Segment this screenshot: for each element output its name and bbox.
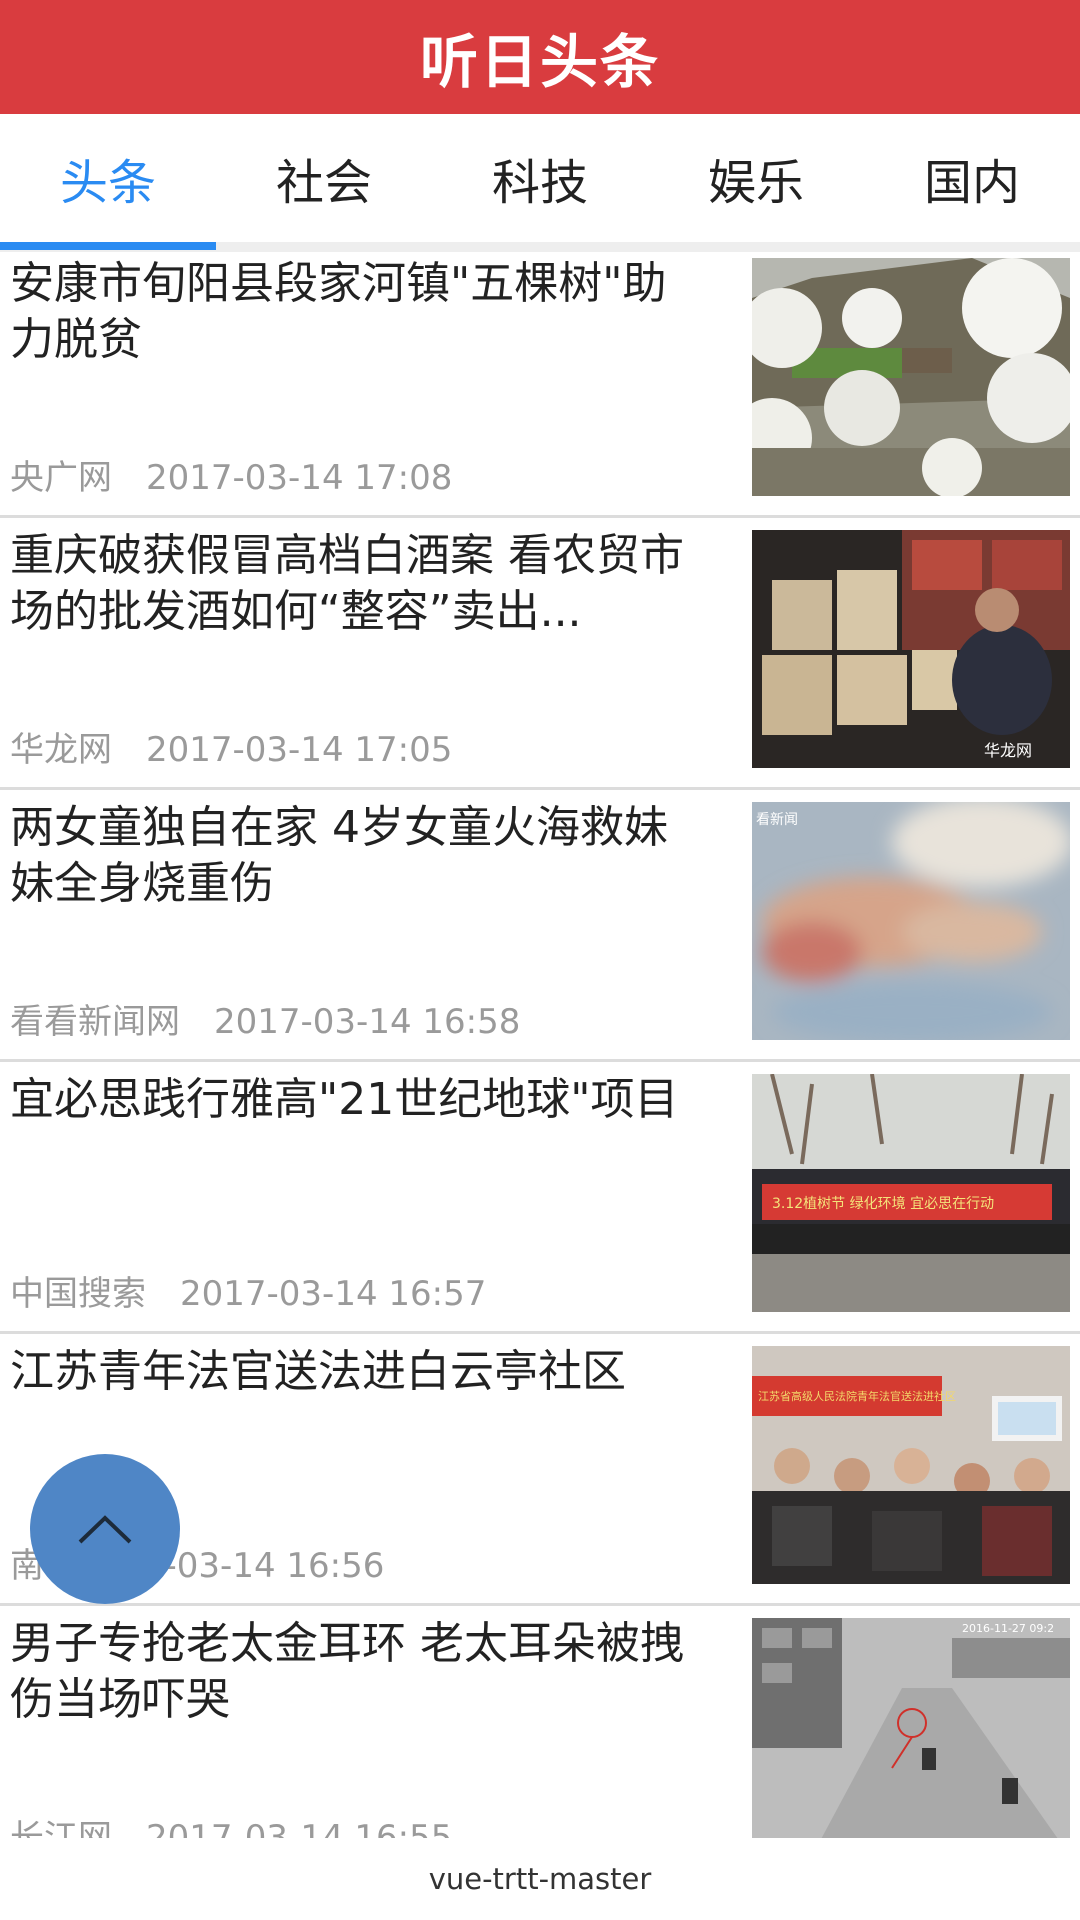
category-tabs: 头条 社会 科技 娱乐 国内 — [0, 114, 1080, 252]
news-source: 中国搜索 — [10, 1274, 146, 1314]
news-source: 长江网 — [10, 1818, 112, 1838]
news-time: 2017-03-14 16:57 — [180, 1274, 487, 1314]
scroll-to-top-button[interactable] — [30, 1454, 180, 1604]
tab-headlines[interactable]: 头条 — [0, 114, 216, 242]
news-thumbnail[interactable]: 3.12植树节 绿化环境 宜必思在行动 — [752, 1074, 1070, 1312]
news-item[interactable]: 安康市旬阳县段家河镇"五棵树"助力脱贫 央广网 2017-03-14 17:08 — [0, 246, 1080, 518]
news-title[interactable]: 江苏青年法官送法进白云亭社区 — [10, 1344, 700, 1400]
news-list[interactable]: 安康市旬阳县段家河镇"五棵树"助力脱贫 央广网 2017-03-14 17:08 — [0, 246, 1080, 1838]
news-item[interactable]: 重庆破获假冒高档白酒案 看农贸市场的批发酒如何“整容”卖出... 华龙网 2017… — [0, 518, 1080, 790]
thumbnail-watermark: 华龙网 — [984, 741, 1032, 760]
chevron-up-icon — [78, 1515, 132, 1544]
thumbnail-banner-text: 江苏省高级人民法院青年法官送法进社区 — [758, 1389, 956, 1403]
news-source: 华龙网 — [10, 730, 112, 770]
news-time: 2017-03-14 16:58 — [214, 1002, 521, 1042]
news-item[interactable]: 男子专抢老太金耳环 老太耳朵被拽伤当场吓哭 长江网 2017-03-14 16:5… — [0, 1606, 1080, 1838]
thumbnail-watermark: 看新闻 — [756, 812, 798, 828]
news-time: 2017-03-14 16:55 — [146, 1818, 453, 1838]
thumbnail-banner-text: 3.12植树节 绿化环境 宜必思在行动 — [772, 1196, 994, 1212]
news-source: 央广网 — [10, 458, 112, 498]
news-time: 2017-03-14 17:08 — [146, 458, 453, 498]
news-thumbnail[interactable]: 2016-11-27 09:2 — [752, 1618, 1070, 1838]
news-item[interactable]: 两女童独自在家 4岁女童火海救妹妹全身烧重伤 看看新闻网 2017-03-14 1… — [0, 790, 1080, 1062]
footer-text: vue-trtt-master — [428, 1862, 652, 1896]
news-thumbnail[interactable]: 江苏省高级人民法院青年法官送法进社区 — [752, 1346, 1070, 1584]
news-source: 看看新闻网 — [10, 1002, 180, 1042]
app-title: 听日头条 — [419, 28, 660, 96]
news-thumbnail[interactable] — [752, 258, 1070, 496]
news-meta: 华龙网 2017-03-14 17:05 — [10, 722, 452, 771]
news-meta: 长江网 2017-03-14 16:55 — [10, 1810, 452, 1838]
tab-entertainment[interactable]: 娱乐 — [648, 114, 864, 242]
news-meta: 央广网 2017-03-14 17:08 — [10, 450, 452, 499]
news-item[interactable]: 宜必思践行雅高"21世纪地球"项目 中国搜索 2017-03-14 16:57 3… — [0, 1062, 1080, 1334]
news-title[interactable]: 重庆破获假冒高档白酒案 看农贸市场的批发酒如何“整容”卖出... — [10, 528, 700, 640]
footer: vue-trtt-master — [0, 1838, 1080, 1920]
news-meta: 看看新闻网 2017-03-14 16:58 — [10, 994, 520, 1043]
thumbnail-timestamp: 2016-11-27 09:2 — [962, 1622, 1054, 1635]
app-header: 听日头条 — [0, 0, 1080, 114]
news-meta: 中国搜索 2017-03-14 16:57 — [10, 1266, 486, 1315]
tab-domestic[interactable]: 国内 — [864, 114, 1080, 242]
news-thumbnail[interactable]: 看新闻 — [752, 802, 1070, 1040]
news-title[interactable]: 两女童独自在家 4岁女童火海救妹妹全身烧重伤 — [10, 800, 700, 912]
news-title[interactable]: 宜必思践行雅高"21世纪地球"项目 — [10, 1072, 700, 1128]
news-title[interactable]: 男子专抢老太金耳环 老太耳朵被拽伤当场吓哭 — [10, 1616, 700, 1728]
news-thumbnail[interactable]: 华龙网 — [752, 530, 1070, 768]
tab-tech[interactable]: 科技 — [432, 114, 648, 242]
news-title[interactable]: 安康市旬阳县段家河镇"五棵树"助力脱贫 — [10, 256, 700, 368]
news-time: 2017-03-14 17:05 — [146, 730, 453, 770]
tab-society[interactable]: 社会 — [216, 114, 432, 242]
